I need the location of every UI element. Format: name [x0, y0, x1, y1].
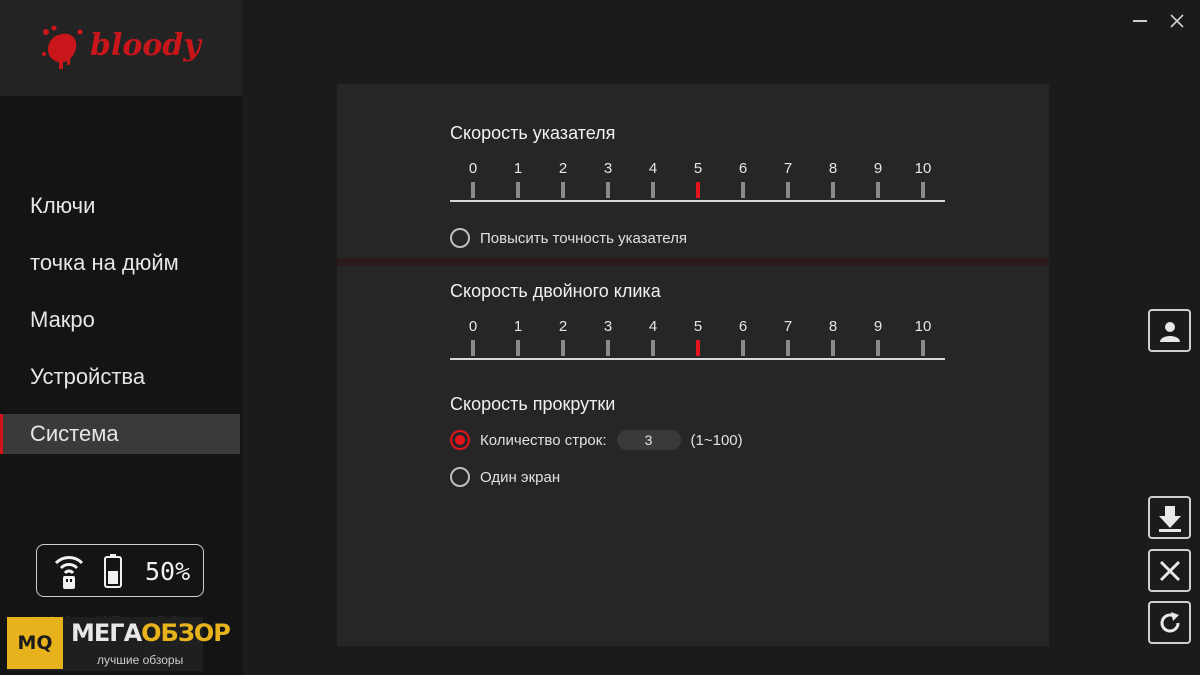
close-icon[interactable]: [1170, 14, 1184, 28]
wireless-receiver-icon: [54, 556, 84, 589]
brand-logo: bloody: [0, 0, 242, 96]
slider-tick[interactable]: [786, 182, 790, 198]
download-icon: [1158, 505, 1181, 532]
radio-button[interactable]: [450, 228, 470, 248]
slider-tick[interactable]: [921, 340, 925, 356]
tick-label: 5: [693, 318, 703, 335]
blood-splat-icon: [42, 25, 83, 69]
radio-button[interactable]: [450, 467, 470, 487]
tick-label: 6: [738, 318, 748, 335]
sidebar-item-system[interactable]: Система: [0, 414, 240, 454]
tick-label: 9: [873, 318, 883, 335]
slider-tick[interactable]: [516, 182, 520, 198]
slider-tick[interactable]: [921, 182, 925, 198]
pointer-precision-label: Повысить точность указателя: [480, 229, 687, 247]
scroll-speed-title: Скорость прокрутки: [450, 394, 616, 414]
refresh-icon: [1160, 611, 1179, 632]
tick-label: 1: [513, 160, 523, 177]
double-click-title: Скорость двойного клика: [450, 281, 661, 301]
slider-tick[interactable]: [516, 340, 520, 356]
sidebar: bloody Ключи точка на дюйм Макро Устройс…: [0, 0, 242, 675]
slider-tick[interactable]: [831, 182, 835, 198]
tick-label: 0: [468, 318, 478, 335]
user-icon: [1159, 321, 1180, 342]
watermark: MQ МЕГАОБЗОР лучшие обзоры: [7, 617, 231, 671]
tick-label: 4: [648, 318, 658, 335]
slider-tick[interactable]: [561, 182, 565, 198]
scroll-one-screen-label: Один экран: [480, 468, 561, 486]
slider-tick[interactable]: [606, 182, 610, 198]
sidebar-nav: Ключи точка на дюйм Макро Устройства Сис…: [0, 186, 240, 471]
sidebar-item-macro[interactable]: Макро: [0, 300, 240, 340]
tick-label: 0: [468, 160, 478, 177]
x-icon: [1159, 560, 1180, 581]
sidebar-item-devices[interactable]: Устройства: [0, 357, 240, 397]
slider-tick[interactable]: [471, 182, 475, 198]
tick-label: 9: [873, 160, 883, 177]
profile-button[interactable]: [1148, 309, 1191, 352]
slider-track: [450, 200, 945, 202]
tick-label: 10: [914, 318, 932, 335]
tick-label: 2: [558, 318, 568, 335]
tick-label: 6: [738, 160, 748, 177]
slider-tick[interactable]: [741, 182, 745, 198]
slider-handle[interactable]: [696, 182, 700, 198]
watermark-logo: MQ: [7, 617, 63, 669]
radio-button[interactable]: [450, 430, 470, 450]
tick-label: 8: [828, 160, 838, 177]
minimize-icon[interactable]: [1133, 10, 1147, 24]
battery-icon: [104, 554, 122, 588]
tick-label: 2: [558, 160, 568, 177]
watermark-title: МЕГАОБЗОР: [71, 619, 231, 647]
tick-label: 4: [648, 160, 658, 177]
slider-tick[interactable]: [786, 340, 790, 356]
slider-track: [450, 358, 945, 360]
save-button[interactable]: [1148, 496, 1191, 539]
slider-tick[interactable]: [741, 340, 745, 356]
scroll-lines-input[interactable]: [616, 430, 681, 450]
cancel-button[interactable]: [1148, 549, 1191, 592]
tick-label: 3: [603, 160, 613, 177]
pointer-speed-panel: Скорость указателя 0 1 2 3 4 5 6 7 8 9 10 Повысить…: [337, 84, 1049, 258]
sidebar-item-keys[interactable]: Ключи: [0, 186, 240, 226]
slider-tick[interactable]: [831, 340, 835, 356]
tick-label: 3: [603, 318, 613, 335]
slider-tick[interactable]: [561, 340, 565, 356]
slider-handle[interactable]: [696, 340, 700, 356]
tick-label: 7: [783, 318, 793, 335]
tick-label: 1: [513, 318, 523, 335]
slider-tick[interactable]: [876, 340, 880, 356]
pointer-speed-title: Скорость указателя: [450, 123, 616, 143]
slider-tick[interactable]: [651, 340, 655, 356]
slider-tick[interactable]: [606, 340, 610, 356]
pointer-speed-slider[interactable]: 0 1 2 3 4 5 6 7 8 9 10: [450, 160, 945, 210]
watermark-subtitle: лучшие обзоры: [97, 653, 184, 667]
scroll-lines-option[interactable]: Количество строк: (1~100): [450, 430, 743, 450]
scroll-lines-label: Количество строк:: [480, 431, 607, 449]
panel-divider: [337, 258, 1049, 266]
double-click-slider[interactable]: 0 1 2 3 4 5 6 7 8 9 10: [450, 318, 945, 368]
tick-label: 5: [693, 160, 703, 177]
slider-tick[interactable]: [471, 340, 475, 356]
scroll-one-screen-option[interactable]: Один экран: [450, 467, 560, 487]
pointer-precision-option[interactable]: Повысить точность указателя: [450, 228, 687, 248]
tick-label: 7: [783, 160, 793, 177]
slider-tick[interactable]: [876, 182, 880, 198]
reset-button[interactable]: [1148, 601, 1191, 644]
brand-name: bloody: [90, 28, 201, 63]
tick-label: 10: [914, 160, 932, 177]
sidebar-item-dpi[interactable]: точка на дюйм: [0, 243, 240, 283]
slider-tick[interactable]: [651, 182, 655, 198]
double-click-scroll-panel: Скорость двойного клика 0 1 2 3 4 5 6 7 8 9 10 Ско…: [337, 266, 1049, 646]
tick-label: 8: [828, 318, 838, 335]
battery-percent: 50%: [145, 557, 191, 586]
device-status: 50%: [36, 544, 204, 597]
scroll-lines-range: (1~100): [690, 431, 743, 449]
